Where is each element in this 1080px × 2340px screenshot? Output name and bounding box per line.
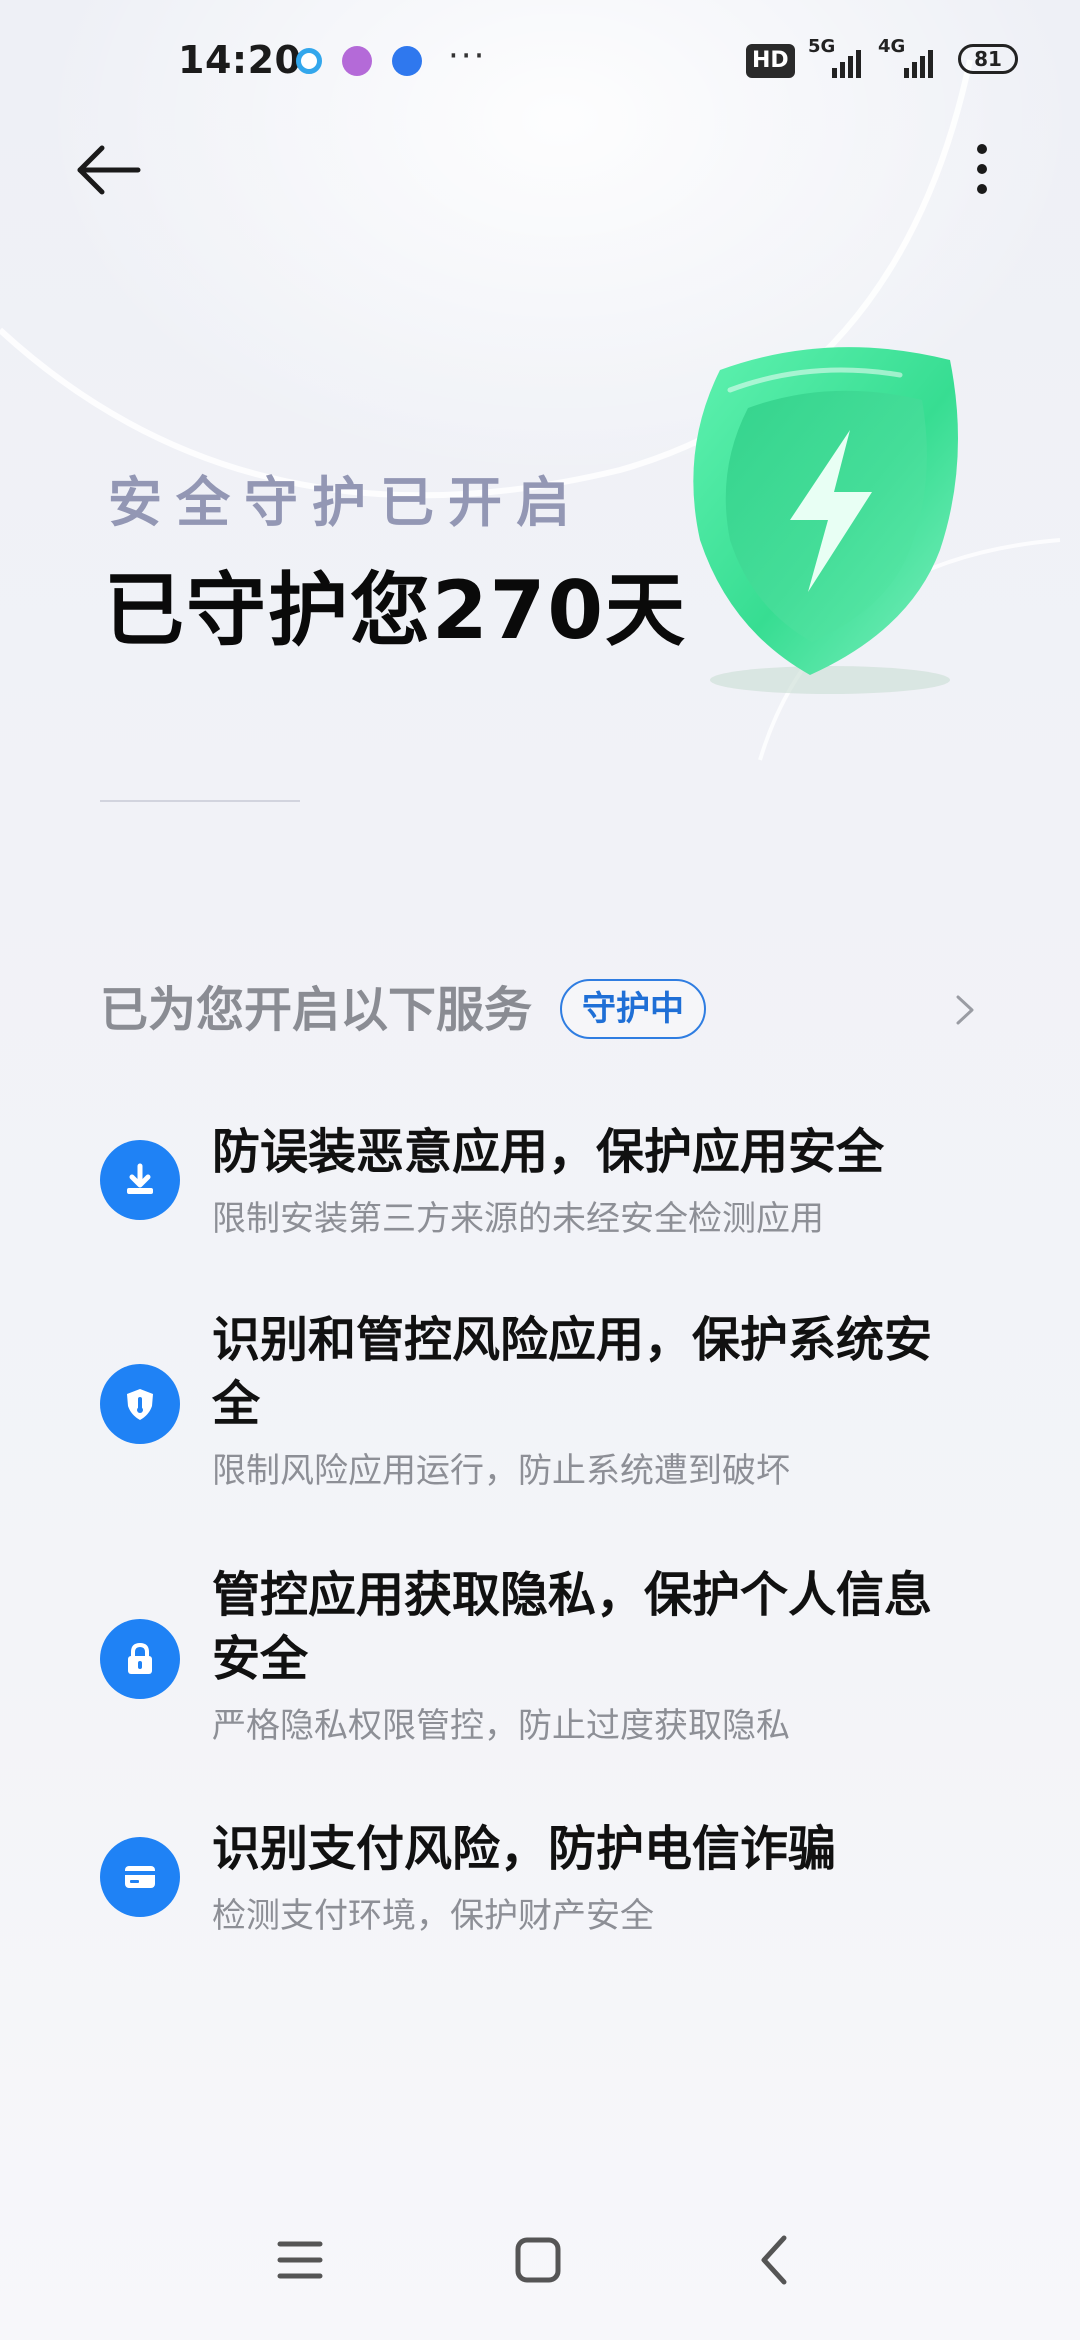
services-header-title: 已为您开启以下服务 (100, 982, 533, 1038)
home-square-icon[interactable] (498, 2220, 578, 2300)
service-description: 检测支付环境，保护财产安全 (212, 1896, 654, 1936)
protection-status-subtitle: 安全守护已开启 (108, 471, 584, 534)
lock-icon (100, 1619, 180, 1699)
download-icon (100, 1140, 180, 1220)
network-type-2: 4G (878, 36, 906, 57)
service-title: 防误装恶意应用，保护应用安全 (212, 1124, 885, 1180)
card-icon (100, 1837, 180, 1917)
service-item-privacy-control: 管控应用获取隐私，保护个人信息安全 严格隐私权限管控，防止过度获取隐私 (100, 1563, 980, 1763)
service-description: 限制安装第三方来源的未经安全检测应用 (212, 1199, 824, 1239)
browser-app-icon (296, 48, 322, 74)
service-title: 管控应用获取隐私，保护个人信息安全 (212, 1567, 933, 1687)
back-chevron-icon[interactable] (736, 2220, 816, 2300)
services-header[interactable]: 已为您开启以下服务 守护中 (100, 975, 980, 1045)
shield-lightning-icon (693, 347, 958, 694)
service-item-risk-app-control: 识别和管控风险应用，保护系统安全 限制风险应用运行，防止系统遭到破坏 (100, 1308, 980, 1508)
more-options-icon[interactable] (962, 135, 1002, 205)
hd-voice-badge: HD (746, 44, 795, 78)
signal-strength-icon (904, 50, 933, 78)
more-notifications-indicator: ··· (448, 36, 487, 76)
baidu-app-icon (392, 46, 422, 76)
service-title: 识别和管控风险应用，保护系统安全 (212, 1312, 933, 1432)
back-arrow-icon[interactable] (70, 135, 150, 205)
status-time: 14:20 (178, 38, 302, 82)
divider (100, 800, 300, 802)
battery-indicator: 81 (958, 44, 1018, 74)
shield-icon (100, 1364, 180, 1444)
service-description: 严格隐私权限管控，防止过度获取隐私 (212, 1706, 790, 1746)
service-description: 限制风险应用运行，防止系统遭到破坏 (212, 1451, 790, 1491)
music-app-icon (342, 46, 372, 76)
status-badge: 守护中 (560, 979, 706, 1039)
status-bar: 14:20 ··· HD 5G 4G 81 (0, 30, 1080, 92)
service-item-install-protection: 防误装恶意应用，保护应用安全 限制安装第三方来源的未经安全检测应用 (100, 1120, 980, 1250)
service-item-payment-protection: 识别支付风险，防护电信诈骗 检测支付环境，保护财产安全 (100, 1817, 980, 1947)
protection-days-title: 已守护您270天 (104, 564, 687, 657)
service-title: 识别支付风险，防护电信诈骗 (212, 1821, 837, 1877)
menu-icon[interactable] (260, 2220, 340, 2300)
chevron-right-icon[interactable] (950, 985, 980, 1035)
signal-strength-icon (832, 50, 861, 78)
